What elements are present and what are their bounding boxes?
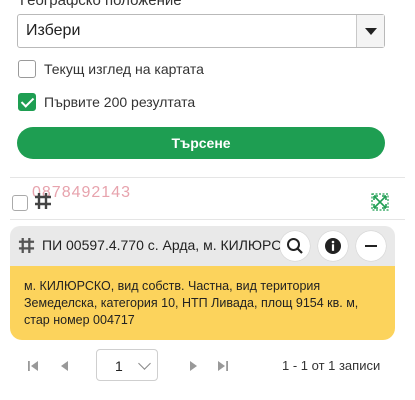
current-page: 1 (115, 358, 123, 374)
first-page-icon[interactable] (26, 359, 40, 373)
select-arrow-icon[interactable] (356, 15, 384, 47)
current-view-checkbox[interactable] (18, 60, 36, 78)
location-select[interactable]: Избери (17, 14, 385, 48)
minus-icon (365, 245, 377, 247)
result-description: м. КИЛЮРСКО, вид собств. Частна, вид тер… (10, 266, 395, 340)
result-header: ПИ 00597.4.770 с. Арда, м. КИЛЮРСКО (10, 226, 395, 266)
location-label: Географско положение (20, 0, 182, 9)
last-page-icon[interactable] (216, 359, 230, 373)
next-page-icon[interactable] (186, 359, 200, 373)
first-results-checkbox[interactable] (18, 93, 36, 111)
divider (10, 177, 405, 178)
page-select[interactable]: 1 (96, 349, 158, 381)
current-view-row[interactable]: Текущ изглед на картата (18, 59, 204, 79)
result-title: ПИ 00597.4.770 с. Арда, м. КИЛЮРСКО (42, 237, 280, 253)
first-results-row[interactable]: Първите 200 резултата (18, 92, 195, 112)
info-button[interactable] (318, 231, 348, 261)
records-count: 1 - 1 от 1 записи (282, 358, 381, 373)
select-all-checkbox[interactable] (12, 195, 28, 211)
zoom-extent-icon[interactable] (371, 193, 389, 211)
grid-icon[interactable] (34, 192, 52, 210)
chevron-down-icon (138, 357, 151, 370)
search-icon (287, 238, 303, 254)
location-select-value: Избери (26, 22, 81, 39)
grid-icon (18, 237, 35, 254)
remove-result-button[interactable] (356, 231, 386, 261)
info-icon (325, 238, 341, 254)
zoom-to-result-button[interactable] (280, 231, 310, 261)
pagination: 1 1 - 1 от 1 записи (0, 346, 415, 386)
current-view-label: Текущ изглед на картата (44, 61, 204, 77)
search-button[interactable]: Търсене (17, 127, 385, 159)
first-results-label: Първите 200 резултата (44, 94, 196, 110)
divider (10, 219, 405, 220)
prev-page-icon[interactable] (58, 359, 72, 373)
